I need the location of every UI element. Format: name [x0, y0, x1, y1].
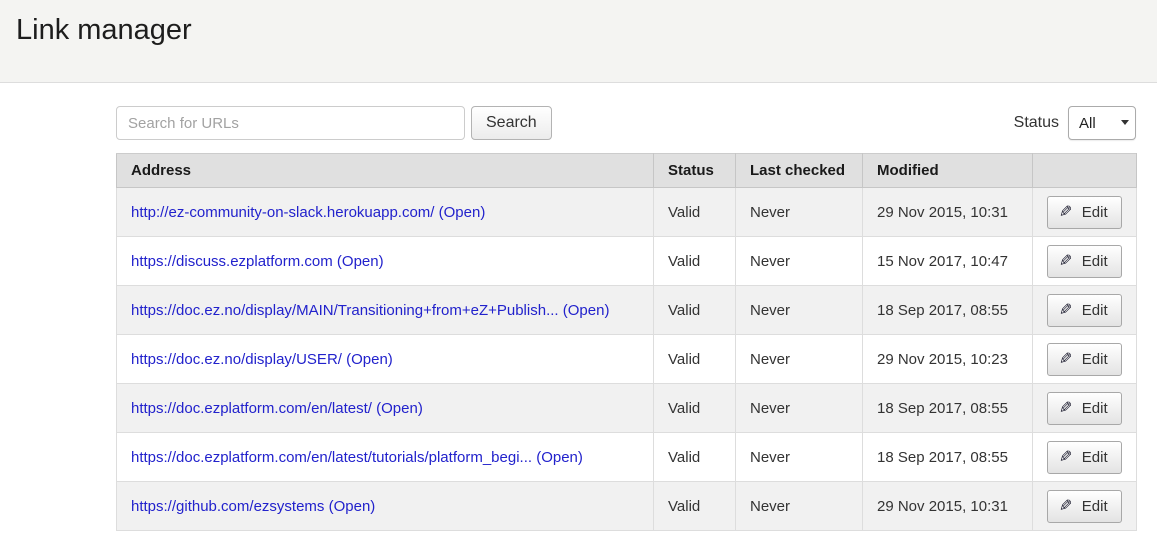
edit-button-label: Edit: [1082, 302, 1108, 319]
open-link[interactable]: (Open): [329, 498, 376, 515]
status-select[interactable]: All: [1068, 106, 1136, 140]
url-link[interactable]: https://doc.ez.no/display/MAIN/Transitio…: [131, 302, 559, 319]
column-header-last-checked: Last checked: [736, 154, 863, 188]
edit-button[interactable]: ✎ Edit: [1047, 343, 1121, 376]
open-link[interactable]: (Open): [376, 400, 423, 417]
edit-button-label: Edit: [1082, 498, 1108, 515]
open-link[interactable]: (Open): [337, 253, 384, 270]
status-cell: Valid: [654, 335, 736, 384]
open-link[interactable]: (Open): [563, 302, 610, 319]
pencil-icon: ✎: [1059, 251, 1072, 271]
pencil-icon: ✎: [1059, 300, 1072, 320]
url-link[interactable]: https://doc.ezplatform.com/en/latest/tut…: [131, 449, 532, 466]
table-body: http://ez-community-on-slack.herokuapp.c…: [117, 188, 1137, 531]
status-filter-label: Status: [1014, 114, 1059, 132]
table-row: https://doc.ez.no/display/USER/ (Open) V…: [117, 335, 1137, 384]
edit-button[interactable]: ✎ Edit: [1047, 490, 1121, 523]
open-link[interactable]: (Open): [536, 449, 583, 466]
table-row: https://doc.ez.no/display/MAIN/Transitio…: [117, 286, 1137, 335]
last-checked-cell: Never: [736, 286, 863, 335]
status-cell: Valid: [654, 384, 736, 433]
modified-cell: 29 Nov 2015, 10:23: [863, 335, 1033, 384]
open-link[interactable]: (Open): [439, 204, 486, 221]
modified-cell: 29 Nov 2015, 10:31: [863, 188, 1033, 237]
edit-button-label: Edit: [1082, 351, 1108, 368]
actions-cell: ✎ Edit: [1033, 237, 1137, 286]
table-row: https://discuss.ezplatform.com (Open) Va…: [117, 237, 1137, 286]
status-cell: Valid: [654, 188, 736, 237]
last-checked-cell: Never: [736, 482, 863, 531]
pencil-icon: ✎: [1059, 398, 1072, 418]
links-table: Address Status Last checked Modified htt…: [116, 153, 1137, 531]
last-checked-cell: Never: [736, 237, 863, 286]
address-cell: https://doc.ezplatform.com/en/latest/tut…: [117, 433, 654, 482]
table-row: https://github.com/ezsystems (Open) Vali…: [117, 482, 1137, 531]
status-cell: Valid: [654, 482, 736, 531]
page-title: Link manager: [0, 0, 1157, 47]
last-checked-cell: Never: [736, 384, 863, 433]
edit-button-label: Edit: [1082, 204, 1108, 221]
pencil-icon: ✎: [1059, 349, 1072, 369]
column-header-modified: Modified: [863, 154, 1033, 188]
actions-cell: ✎ Edit: [1033, 188, 1137, 237]
table-header: Address Status Last checked Modified: [117, 154, 1137, 188]
modified-cell: 15 Nov 2017, 10:47: [863, 237, 1033, 286]
edit-button[interactable]: ✎ Edit: [1047, 245, 1121, 278]
status-cell: Valid: [654, 286, 736, 335]
actions-cell: ✎ Edit: [1033, 433, 1137, 482]
search-button[interactable]: Search: [471, 106, 552, 140]
edit-button[interactable]: ✎ Edit: [1047, 294, 1121, 327]
column-header-address: Address: [117, 154, 654, 188]
address-cell: https://doc.ezplatform.com/en/latest/ (O…: [117, 384, 654, 433]
url-link[interactable]: https://discuss.ezplatform.com: [131, 253, 333, 270]
edit-button-label: Edit: [1082, 400, 1108, 417]
edit-button-label: Edit: [1082, 449, 1108, 466]
pencil-icon: ✎: [1059, 447, 1072, 467]
actions-cell: ✎ Edit: [1033, 286, 1137, 335]
address-cell: https://discuss.ezplatform.com (Open): [117, 237, 654, 286]
table-row: https://doc.ezplatform.com/en/latest/tut…: [117, 433, 1137, 482]
edit-button[interactable]: ✎ Edit: [1047, 441, 1121, 474]
main-content: Search Status All Address Status Last ch…: [116, 106, 1136, 531]
pencil-icon: ✎: [1059, 202, 1072, 222]
address-cell: http://ez-community-on-slack.herokuapp.c…: [117, 188, 654, 237]
modified-cell: 18 Sep 2017, 08:55: [863, 286, 1033, 335]
modified-cell: 29 Nov 2015, 10:31: [863, 482, 1033, 531]
status-cell: Valid: [654, 237, 736, 286]
table-row: https://doc.ezplatform.com/en/latest/ (O…: [117, 384, 1137, 433]
column-header-actions: [1033, 154, 1137, 188]
status-select-wrap: All: [1068, 106, 1136, 140]
edit-button-label: Edit: [1082, 253, 1108, 270]
last-checked-cell: Never: [736, 335, 863, 384]
address-cell: https://doc.ez.no/display/USER/ (Open): [117, 335, 654, 384]
actions-cell: ✎ Edit: [1033, 482, 1137, 531]
status-filter: Status All: [1014, 106, 1136, 140]
last-checked-cell: Never: [736, 433, 863, 482]
page-header: Link manager: [0, 0, 1157, 83]
url-link[interactable]: http://ez-community-on-slack.herokuapp.c…: [131, 204, 434, 221]
actions-cell: ✎ Edit: [1033, 335, 1137, 384]
open-link[interactable]: (Open): [346, 351, 393, 368]
modified-cell: 18 Sep 2017, 08:55: [863, 384, 1033, 433]
url-link[interactable]: https://doc.ez.no/display/USER/: [131, 351, 342, 368]
actions-cell: ✎ Edit: [1033, 384, 1137, 433]
column-header-status: Status: [654, 154, 736, 188]
address-cell: https://doc.ez.no/display/MAIN/Transitio…: [117, 286, 654, 335]
url-link[interactable]: https://github.com/ezsystems: [131, 498, 324, 515]
status-cell: Valid: [654, 433, 736, 482]
modified-cell: 18 Sep 2017, 08:55: [863, 433, 1033, 482]
address-cell: https://github.com/ezsystems (Open): [117, 482, 654, 531]
search-input[interactable]: [116, 106, 465, 140]
edit-button[interactable]: ✎ Edit: [1047, 196, 1121, 229]
url-link[interactable]: https://doc.ezplatform.com/en/latest/: [131, 400, 372, 417]
pencil-icon: ✎: [1059, 496, 1072, 516]
edit-button[interactable]: ✎ Edit: [1047, 392, 1121, 425]
last-checked-cell: Never: [736, 188, 863, 237]
table-row: http://ez-community-on-slack.herokuapp.c…: [117, 188, 1137, 237]
toolbar: Search Status All: [116, 106, 1136, 140]
